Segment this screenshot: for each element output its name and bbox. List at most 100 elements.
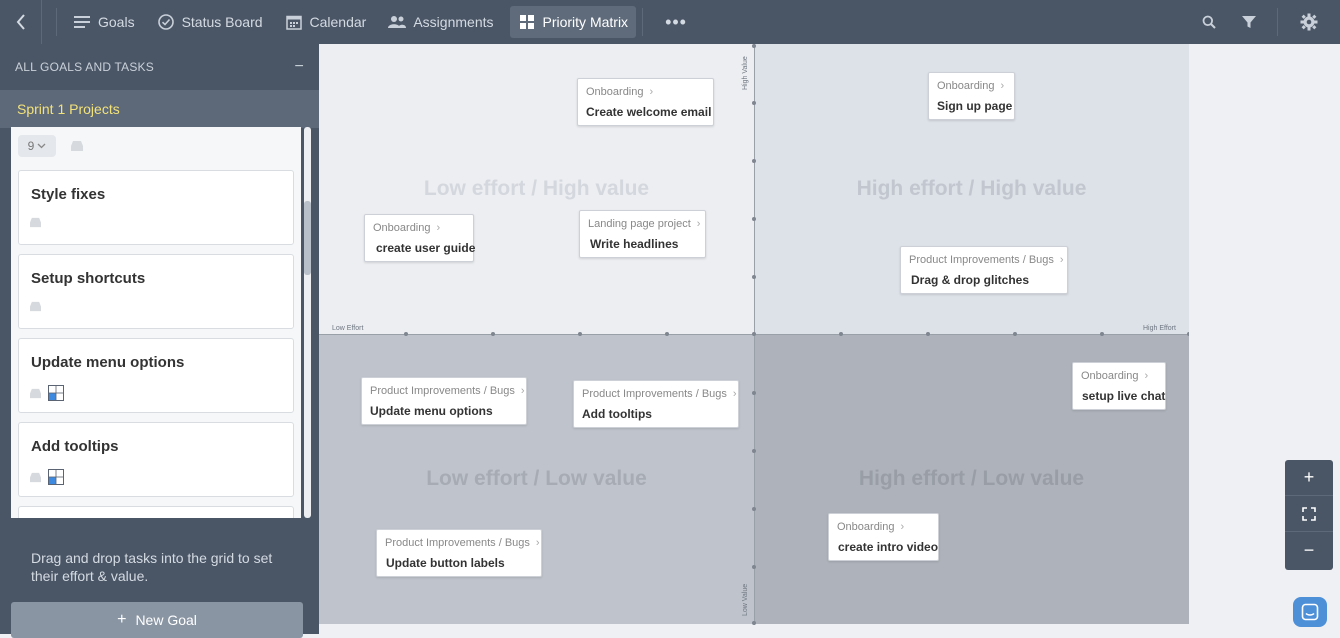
card-name: Add tooltips [582,407,652,421]
task-title: Style fixes [31,186,106,203]
divider [56,8,57,36]
quadrant-label: Low effort / Low value [426,467,647,490]
nav-status-board[interactable]: Status Board [149,6,271,38]
matrix-task-card[interactable]: Onboarding › Sign up page [928,72,1015,120]
card-category: Product Improvements / Bugs › [582,388,737,400]
matrix-task-card[interactable]: Product Improvements / Bugs › Drag & drop… [900,246,1068,294]
settings-button[interactable] [1278,0,1340,44]
nav-goals[interactable]: Goals [65,6,143,38]
matrix-position-icon [48,385,64,401]
zoom-controls: + − [1285,460,1333,570]
nav-priority-matrix[interactable]: Priority Matrix [509,6,637,38]
task-count-dropdown[interactable]: 9 [18,135,56,157]
task-icons [29,469,64,485]
card-category: Onboarding › [373,222,441,234]
card-name: Create welcome email [586,105,712,119]
task-list-scrollbar[interactable] [304,127,311,518]
card-name: create intro video [838,540,939,554]
inbox-icon [30,388,41,398]
matrix-task-card[interactable]: Onboarding › create intro video [828,513,939,561]
matrix-bottom-strip [319,625,1189,634]
matrix-task-card[interactable]: Onboarding › create user guide [364,214,475,262]
axis-tick [752,565,756,569]
axis-tick [752,44,756,48]
axis-tick [752,449,756,453]
task-title: Update menu options [31,354,185,371]
quadrant-label: High effort / High value [856,177,1087,200]
card-name: Update button labels [386,556,505,570]
matrix-task-card[interactable]: Product Improvements / Bugs › Add tooltip… [573,380,739,428]
low-effort-label: Low Effort [332,325,364,332]
calendar-icon [285,13,303,31]
top-navigation-bar: Goals Status Board Calendar Assignments … [0,0,1340,44]
inbox-icon[interactable] [70,140,84,152]
task-card[interactable] [18,506,294,518]
matrix-task-card[interactable]: Product Improvements / Bugs › Update menu… [361,377,527,425]
inbox-icon [30,301,41,312]
top-right-tools [1189,0,1340,44]
sidebar: ALL GOALS AND TASKS − Sprint 1 Projects … [0,44,319,638]
task-card[interactable]: Update menu options [18,338,294,413]
card-name: setup live chat [1082,389,1166,403]
axis-tick [491,332,495,336]
task-count: 9 [27,139,35,153]
axis-tick [752,159,756,163]
card-name: Sign up page [937,99,1013,113]
axis-tick [752,332,756,336]
search-button[interactable] [1189,0,1229,44]
task-title: Add tooltips [31,438,119,455]
task-card[interactable]: Add tooltips [18,422,294,497]
drag-hint-text: Drag and drop tasks into the grid to set… [31,550,273,584]
task-card[interactable]: Setup shortcuts [18,254,294,329]
card-category: Onboarding › [586,86,654,98]
axis-tick [1013,332,1017,336]
matrix-task-card[interactable]: Product Improvements / Bugs › Update butt… [376,529,542,577]
collapse-button[interactable]: − [294,58,304,76]
expand-icon [1302,506,1316,521]
gear-icon [1300,13,1318,31]
task-list-panel: 9 Style fixes Setup shortcuts Update men… [11,127,301,518]
filter-icon [1242,16,1256,28]
card-category: Product Improvements / Bugs › [385,537,540,549]
nav-calendar-label: Calendar [309,14,367,30]
card-name: Update menu options [370,404,493,418]
task-title: Setup shortcuts [31,270,146,287]
matrix-task-card[interactable]: Onboarding › setup live chat [1072,362,1166,410]
chat-icon [1301,603,1319,621]
scrollbar-thumb[interactable] [304,201,311,275]
divider [642,8,644,36]
nav-assignments[interactable]: Assignments [380,6,501,38]
plus-icon: + [117,611,127,628]
task-icons [29,217,42,228]
card-name: Write headlines [590,237,679,251]
card-category: Onboarding › [837,521,905,533]
people-icon [388,13,407,31]
matrix-task-card[interactable]: Onboarding › Create welcome email [577,78,714,126]
axis-tick [752,101,756,105]
chevron-down-icon [37,143,46,149]
filter-button[interactable] [1229,0,1269,44]
zoom-out-button[interactable]: − [1285,532,1333,568]
axis-tick [752,391,756,395]
matrix-task-card[interactable]: Landing page project › Write headlines [579,210,706,258]
back-button[interactable] [0,0,42,44]
sidebar-header-label: ALL GOALS AND TASKS [15,60,154,74]
new-goal-button[interactable]: + New Goal [11,602,303,638]
project-name[interactable]: Sprint 1 Projects [0,90,319,128]
nav-status-board-label: Status Board [181,14,263,30]
fit-screen-button[interactable] [1285,496,1333,532]
chat-button[interactable] [1293,597,1327,627]
matrix-position-icon [48,469,64,485]
nav-calendar[interactable]: Calendar [277,6,375,38]
card-category: Onboarding › [937,80,1005,92]
more-icon[interactable]: ••• [665,12,687,33]
task-icons [29,301,42,312]
task-card[interactable]: Style fixes [18,170,294,245]
card-category: Landing page project › [588,218,701,230]
high-effort-label: High Effort [1143,325,1176,332]
zoom-in-button[interactable]: + [1285,460,1333,496]
chevron-left-icon [16,14,25,30]
axis-tick [839,332,843,336]
axis-tick [578,332,582,336]
task-icons [29,385,64,401]
